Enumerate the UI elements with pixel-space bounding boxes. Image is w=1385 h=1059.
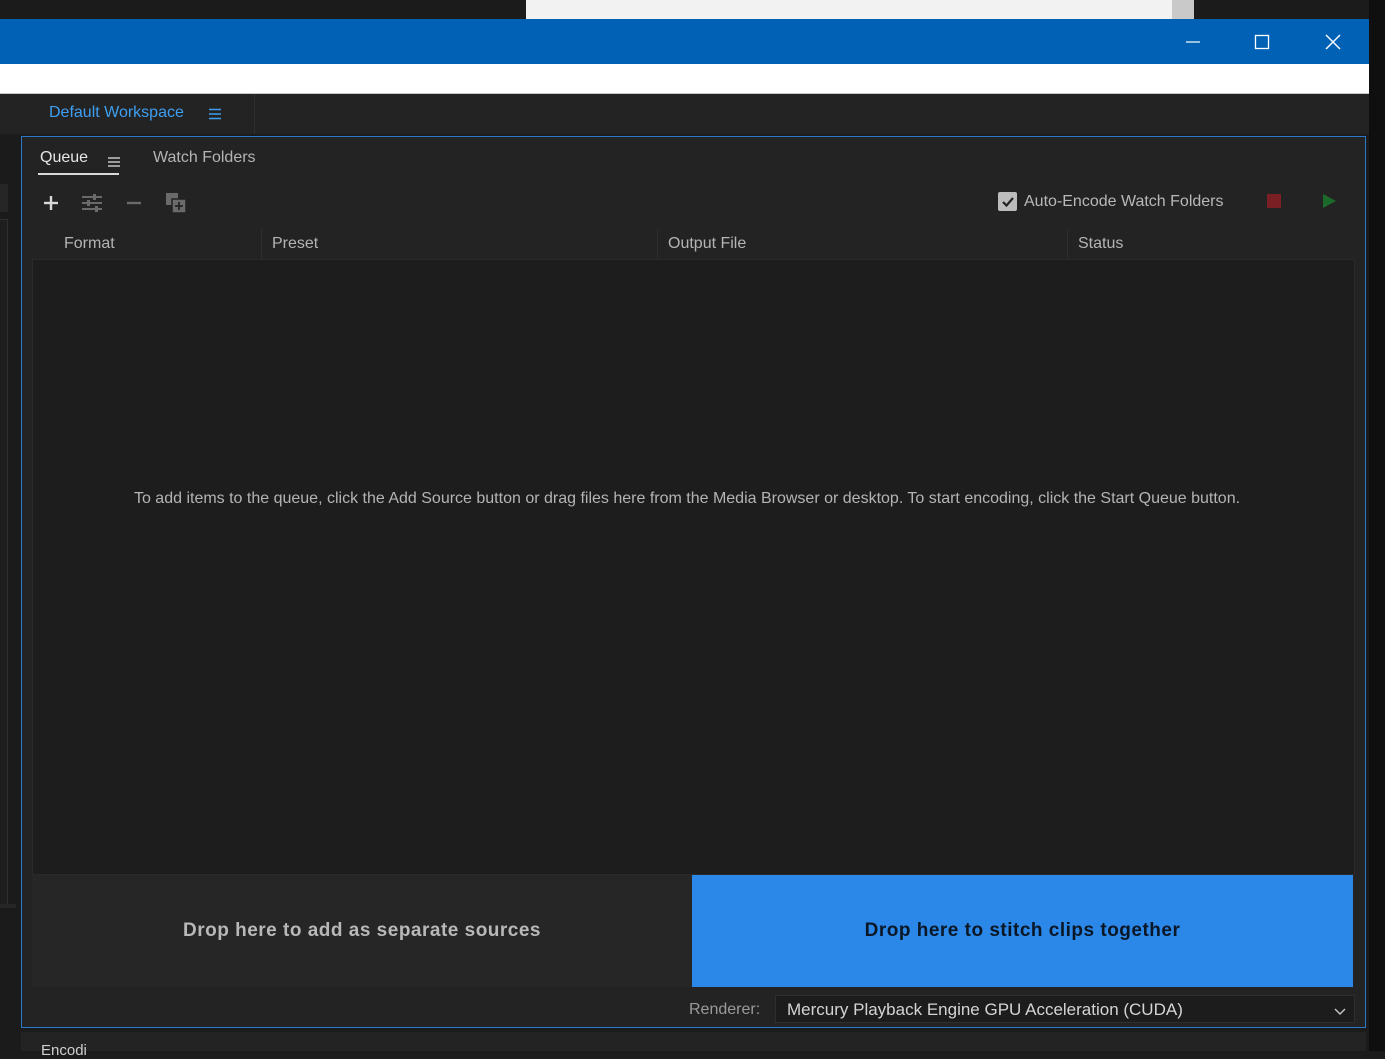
- active-tab-indicator: [38, 173, 119, 175]
- plus-icon: [44, 196, 58, 210]
- drop-zone-separate[interactable]: Drop here to add as separate sources: [32, 875, 692, 987]
- chevron-down-icon: [1334, 1002, 1346, 1021]
- minus-icon: [127, 201, 141, 205]
- column-header-row: Format Preset Output File Status: [32, 229, 1355, 260]
- column-format[interactable]: Format: [54, 229, 261, 259]
- hamburger-menu-icon[interactable]: [108, 153, 120, 172]
- auto-encode-label: Auto-Encode Watch Folders: [1024, 192, 1224, 210]
- checkmark-icon: [1001, 196, 1014, 207]
- duplicate-icon: [166, 193, 187, 214]
- duplicate-button[interactable]: [163, 190, 189, 216]
- renderer-label: Renderer:: [689, 1001, 761, 1018]
- background-edge: [1369, 0, 1385, 1051]
- checkbox-box[interactable]: [998, 192, 1017, 211]
- encoding-panel-header: Encodi: [21, 1032, 1366, 1059]
- title-bar[interactable]: [0, 19, 1369, 64]
- workspace-bar: Default Workspace: [0, 94, 1369, 134]
- tab-queue[interactable]: Queue: [40, 149, 88, 167]
- close-button[interactable]: [1298, 19, 1368, 64]
- auto-encode-checkbox[interactable]: Auto-Encode Watch Folders: [998, 192, 1224, 211]
- sliders-icon: [82, 194, 102, 212]
- hamburger-menu-icon[interactable]: [208, 106, 222, 125]
- close-icon: [1325, 34, 1341, 49]
- background-window: [526, 0, 1194, 20]
- minimize-button[interactable]: [1158, 19, 1228, 64]
- start-queue-button[interactable]: [1323, 194, 1336, 208]
- queue-list[interactable]: [32, 259, 1355, 875]
- tab-watch-folders[interactable]: Watch Folders: [153, 149, 256, 167]
- stop-queue-button[interactable]: [1267, 194, 1281, 208]
- add-source-button[interactable]: [38, 190, 64, 216]
- drop-zone-stitch[interactable]: Drop here to stitch clips together: [692, 875, 1353, 987]
- left-panel-lower: [0, 904, 16, 1055]
- left-panel-edge: [0, 134, 20, 1055]
- workspace-tab[interactable]: Default Workspace: [0, 94, 255, 134]
- renderer-select[interactable]: Mercury Playback Engine GPU Acceleration…: [775, 995, 1355, 1023]
- queue-empty-message: To add items to the queue, click the Add…: [133, 490, 1241, 507]
- queue-panel: Queue Watch Folders Auto-Encode Watch Fo…: [21, 136, 1366, 1028]
- maximize-icon: [1254, 34, 1270, 49]
- workspace-label[interactable]: Default Workspace: [49, 104, 184, 122]
- remove-button[interactable]: [121, 190, 147, 216]
- column-preset[interactable]: Preset: [261, 229, 657, 259]
- maximize-button[interactable]: [1227, 19, 1297, 64]
- queue-settings-button[interactable]: [79, 190, 105, 216]
- left-panel-tab: [0, 184, 8, 212]
- minimize-icon: [1186, 40, 1200, 43]
- menu-bar: [0, 64, 1369, 94]
- column-status[interactable]: Status: [1067, 229, 1274, 259]
- column-output-file[interactable]: Output File: [657, 229, 1067, 259]
- left-panel-body: [0, 219, 8, 994]
- renderer-value: Mercury Playback Engine GPU Acceleration…: [787, 1000, 1183, 1019]
